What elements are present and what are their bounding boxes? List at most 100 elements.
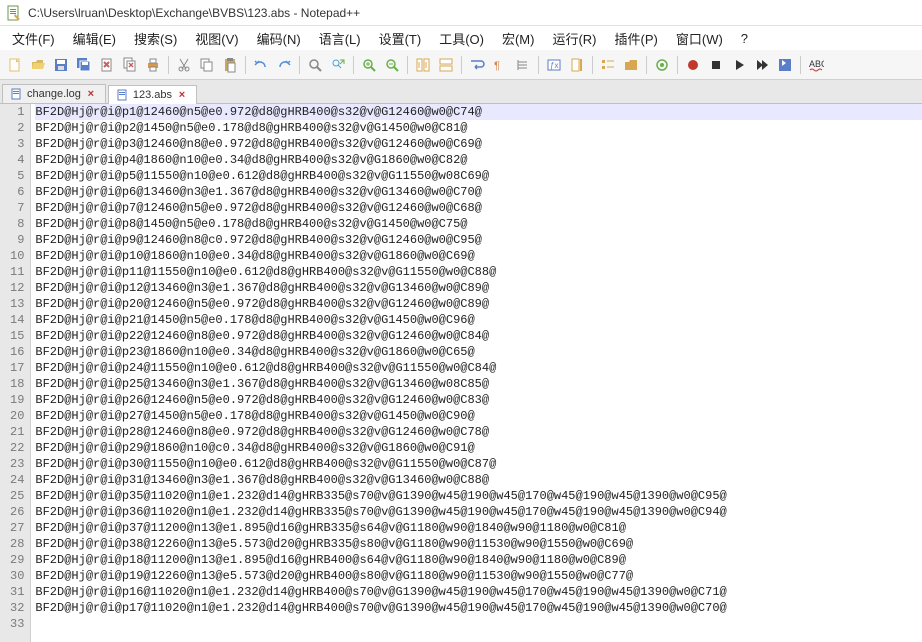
lang-button[interactable]: ƒx bbox=[543, 54, 565, 76]
editor-line[interactable]: BF2D@Hj@r@i@p25@13460@n3@e1.367@d8@gHRB4… bbox=[35, 376, 922, 392]
editor-line[interactable]: BF2D@Hj@r@i@p1@12460@n5@e0.972@d8@gHRB40… bbox=[35, 104, 922, 120]
line-number: 1 bbox=[10, 104, 24, 120]
editor-area[interactable]: 1234567891011121314151617181920212223242… bbox=[0, 104, 922, 642]
editor-line[interactable]: BF2D@Hj@r@i@p8@1450@n5@e0.178@d8@gHRB400… bbox=[35, 216, 922, 232]
editor-line[interactable]: BF2D@Hj@r@i@p30@11550@n10@e0.612@d8@gHRB… bbox=[35, 456, 922, 472]
menu-item-0[interactable]: 文件(F) bbox=[4, 27, 63, 50]
editor-line[interactable]: BF2D@Hj@r@i@p7@12460@n5@e0.972@d8@gHRB40… bbox=[35, 200, 922, 216]
line-gutter: 1234567891011121314151617181920212223242… bbox=[0, 104, 31, 642]
zoom-out-button[interactable] bbox=[381, 54, 403, 76]
editor-line[interactable]: BF2D@Hj@r@i@p3@12460@n8@e0.972@d8@gHRB40… bbox=[35, 136, 922, 152]
tab-close-icon[interactable]: × bbox=[85, 88, 97, 100]
copy-button[interactable] bbox=[196, 54, 218, 76]
editor-line[interactable]: BF2D@Hj@r@i@p17@11020@n1@e1.232@d14@gHRB… bbox=[35, 600, 922, 616]
indent-guide-button[interactable] bbox=[512, 54, 534, 76]
stop-button[interactable] bbox=[705, 54, 727, 76]
monitor-button[interactable] bbox=[651, 54, 673, 76]
save-button[interactable] bbox=[50, 54, 72, 76]
editor-line[interactable]: BF2D@Hj@r@i@p6@13460@n3@e1.367@d8@gHRB40… bbox=[35, 184, 922, 200]
wrap-button[interactable] bbox=[466, 54, 488, 76]
editor-line[interactable]: BF2D@Hj@r@i@p21@1450@n5@e0.178@d8@gHRB40… bbox=[35, 312, 922, 328]
close-all-button[interactable] bbox=[119, 54, 141, 76]
menu-item-10[interactable]: 插件(P) bbox=[607, 27, 666, 50]
editor-line[interactable] bbox=[35, 616, 922, 632]
paste-button[interactable] bbox=[219, 54, 241, 76]
editor-line[interactable]: BF2D@Hj@r@i@p27@1450@n5@e0.178@d8@gHRB40… bbox=[35, 408, 922, 424]
menu-item-11[interactable]: 窗口(W) bbox=[668, 27, 731, 50]
toolbar-separator bbox=[677, 56, 678, 74]
toolbar: ¶ ƒx ABC bbox=[0, 50, 922, 80]
func-list-button[interactable] bbox=[597, 54, 619, 76]
line-number: 2 bbox=[10, 120, 24, 136]
editor-line[interactable]: BF2D@Hj@r@i@p38@12260@n13@e5.573@d20@gHR… bbox=[35, 536, 922, 552]
tab-123-abs[interactable]: 123.abs× bbox=[108, 85, 197, 104]
menu-item-7[interactable]: 工具(O) bbox=[431, 27, 492, 50]
menu-item-12[interactable]: ? bbox=[733, 29, 756, 48]
editor-line[interactable]: BF2D@Hj@r@i@p19@12260@n13@e5.573@d20@gHR… bbox=[35, 568, 922, 584]
menu-item-3[interactable]: 视图(V) bbox=[187, 27, 246, 50]
menu-item-6[interactable]: 设置(T) bbox=[371, 27, 430, 50]
menu-item-9[interactable]: 运行(R) bbox=[544, 27, 604, 50]
editor-line[interactable]: BF2D@Hj@r@i@p26@12460@n5@e0.972@d8@gHRB4… bbox=[35, 392, 922, 408]
editor-line[interactable]: BF2D@Hj@r@i@p18@11200@n13@e1.895@d16@gHR… bbox=[35, 552, 922, 568]
editor-line[interactable]: BF2D@Hj@r@i@p37@11200@n13@e1.895@d16@gHR… bbox=[35, 520, 922, 536]
tab-change-log[interactable]: change.log× bbox=[2, 84, 106, 103]
func-list-icon bbox=[600, 57, 616, 73]
menu-item-5[interactable]: 语言(L) bbox=[311, 27, 369, 50]
replace-button[interactable] bbox=[327, 54, 349, 76]
editor-line[interactable]: BF2D@Hj@r@i@p36@11020@n1@e1.232@d14@gHRB… bbox=[35, 504, 922, 520]
spellcheck-button[interactable]: ABC bbox=[805, 54, 827, 76]
save-macro-button[interactable] bbox=[774, 54, 796, 76]
editor-line[interactable]: BF2D@Hj@r@i@p10@1860@n10@e0.34@d8@gHRB40… bbox=[35, 248, 922, 264]
editor-line[interactable]: BF2D@Hj@r@i@p24@11550@n10@e0.612@d8@gHRB… bbox=[35, 360, 922, 376]
svg-text:¶: ¶ bbox=[494, 60, 500, 72]
editor-line[interactable]: BF2D@Hj@r@i@p28@12460@n8@e0.972@d8@gHRB4… bbox=[35, 424, 922, 440]
close-button[interactable] bbox=[96, 54, 118, 76]
sync-h-button[interactable] bbox=[435, 54, 457, 76]
editor-line[interactable]: BF2D@Hj@r@i@p23@1860@n10@e0.34@d8@gHRB40… bbox=[35, 344, 922, 360]
lang-icon: ƒx bbox=[546, 57, 562, 73]
menu-item-4[interactable]: 编码(N) bbox=[249, 27, 309, 50]
open-icon bbox=[30, 57, 46, 73]
editor-line[interactable]: BF2D@Hj@r@i@p11@11550@n10@e0.612@d8@gHRB… bbox=[35, 264, 922, 280]
editor-line[interactable]: BF2D@Hj@r@i@p31@13460@n3@e1.367@d8@gHRB4… bbox=[35, 472, 922, 488]
editor-line[interactable]: BF2D@Hj@r@i@p22@12460@n8@e0.972@d8@gHRB4… bbox=[35, 328, 922, 344]
editor-line[interactable]: BF2D@Hj@r@i@p16@11020@n1@e1.232@d14@gHRB… bbox=[35, 584, 922, 600]
play-button[interactable] bbox=[728, 54, 750, 76]
sync-v-icon bbox=[415, 57, 431, 73]
play-multi-button[interactable] bbox=[751, 54, 773, 76]
find-icon bbox=[307, 57, 323, 73]
menu-item-8[interactable]: 宏(M) bbox=[494, 27, 543, 50]
toolbar-separator bbox=[538, 56, 539, 74]
undo-button[interactable] bbox=[250, 54, 272, 76]
editor-line[interactable]: BF2D@Hj@r@i@p9@12460@n8@c0.972@d8@gHRB40… bbox=[35, 232, 922, 248]
monitor-icon bbox=[654, 57, 670, 73]
open-button[interactable] bbox=[27, 54, 49, 76]
editor-content[interactable]: BF2D@Hj@r@i@p1@12460@n5@e0.972@d8@gHRB40… bbox=[31, 104, 922, 642]
save-all-button[interactable] bbox=[73, 54, 95, 76]
redo-button[interactable] bbox=[273, 54, 295, 76]
editor-line[interactable]: BF2D@Hj@r@i@p35@11020@n1@e1.232@d14@gHRB… bbox=[35, 488, 922, 504]
doc-map-button[interactable] bbox=[566, 54, 588, 76]
menu-item-2[interactable]: 搜索(S) bbox=[126, 27, 185, 50]
editor-line[interactable]: BF2D@Hj@r@i@p20@12460@n5@e0.972@d8@gHRB4… bbox=[35, 296, 922, 312]
print-button[interactable] bbox=[142, 54, 164, 76]
find-button[interactable] bbox=[304, 54, 326, 76]
cut-button[interactable] bbox=[173, 54, 195, 76]
editor-line[interactable]: BF2D@Hj@r@i@p4@1860@n10@e0.34@d8@gHRB400… bbox=[35, 152, 922, 168]
new-button[interactable] bbox=[4, 54, 26, 76]
editor-line[interactable]: BF2D@Hj@r@i@p29@1860@n10@c0.34@d8@gHRB40… bbox=[35, 440, 922, 456]
sync-v-button[interactable] bbox=[412, 54, 434, 76]
zoom-in-button[interactable] bbox=[358, 54, 380, 76]
editor-line[interactable]: BF2D@Hj@r@i@p5@11550@n10@e0.612@d8@gHRB4… bbox=[35, 168, 922, 184]
menu-item-1[interactable]: 编辑(E) bbox=[65, 27, 124, 50]
editor-line[interactable]: BF2D@Hj@r@i@p12@13460@n3@e1.367@d8@gHRB4… bbox=[35, 280, 922, 296]
folder-button[interactable] bbox=[620, 54, 642, 76]
record-button[interactable] bbox=[682, 54, 704, 76]
tab-close-icon[interactable]: × bbox=[176, 89, 188, 101]
editor-line[interactable]: BF2D@Hj@r@i@p2@1450@n5@e0.178@d8@gHRB400… bbox=[35, 120, 922, 136]
line-number: 11 bbox=[10, 264, 24, 280]
line-number: 5 bbox=[10, 168, 24, 184]
redo-icon bbox=[276, 57, 292, 73]
all-chars-button[interactable]: ¶ bbox=[489, 54, 511, 76]
